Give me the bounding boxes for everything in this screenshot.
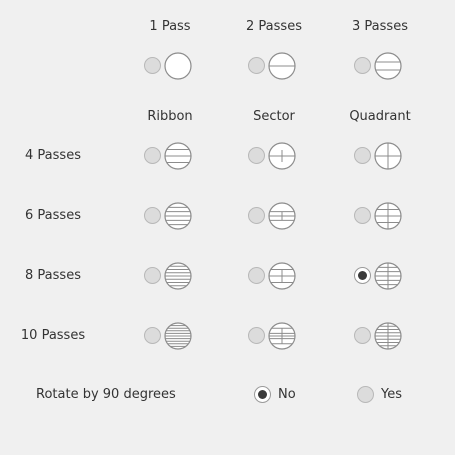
pattern-option-ribbon-6-passes[interactable] xyxy=(144,200,196,232)
pattern-option-sector-10-passes[interactable] xyxy=(248,320,300,352)
sector-4-passes-diagram-icon xyxy=(268,142,296,170)
sector-10-passes-diagram-icon xyxy=(268,322,296,350)
pattern-option-ribbon-10-passes[interactable] xyxy=(144,320,196,352)
pattern-option-ribbon-4-passes[interactable] xyxy=(144,140,196,172)
pattern-option-quadrant-4-passes[interactable] xyxy=(354,140,406,172)
quadrant-4-passes-diagram-icon xyxy=(374,142,402,170)
pattern-option-3-passes[interactable] xyxy=(354,50,406,82)
rotate-option-yes[interactable]: Yes xyxy=(357,384,407,406)
rotate-option-no[interactable]: No xyxy=(254,384,304,406)
radio-button[interactable] xyxy=(144,57,161,74)
pattern-option-quadrant-8-passes[interactable] xyxy=(354,260,406,292)
radio-button[interactable] xyxy=(248,147,265,164)
pattern-option-2-passes[interactable] xyxy=(248,50,300,82)
radio-button[interactable] xyxy=(248,327,265,344)
radio-button[interactable] xyxy=(248,57,265,74)
radio-button[interactable] xyxy=(248,207,265,224)
radio-button[interactable] xyxy=(144,147,161,164)
row-label-6-passes: 6 Passes xyxy=(25,208,81,223)
row-label-8-passes: 8 Passes xyxy=(25,268,81,283)
radio-button[interactable] xyxy=(248,267,265,284)
three-passes-diagram-icon xyxy=(374,52,402,80)
ribbon-6-passes-diagram-icon xyxy=(164,202,192,230)
row-label-4-passes: 4 Passes xyxy=(25,148,81,163)
row-label-10-passes: 10 Passes xyxy=(20,328,86,343)
ribbon-8-passes-diagram-icon xyxy=(164,262,192,290)
rotate-yes-radio[interactable] xyxy=(357,386,374,403)
radio-button[interactable] xyxy=(354,147,371,164)
radio-button[interactable] xyxy=(144,327,161,344)
quadrant-6-passes-diagram-icon xyxy=(374,202,402,230)
quadrant-8-passes-diagram-icon xyxy=(374,262,402,290)
pattern-option-quadrant-6-passes[interactable] xyxy=(354,200,406,232)
radio-button[interactable] xyxy=(354,207,371,224)
radio-button[interactable] xyxy=(144,207,161,224)
ribbon-4-passes-diagram-icon xyxy=(164,142,192,170)
radio-button[interactable] xyxy=(354,57,371,74)
column-header-sector: Sector xyxy=(253,109,295,124)
rotate-no-radio[interactable] xyxy=(254,386,271,403)
column-header-3-passes: 3 Passes xyxy=(352,19,408,34)
pattern-option-quadrant-10-passes[interactable] xyxy=(354,320,406,352)
pattern-option-sector-8-passes[interactable] xyxy=(248,260,300,292)
column-header-quadrant: Quadrant xyxy=(349,109,411,124)
ribbon-10-passes-diagram-icon xyxy=(164,322,192,350)
sector-8-passes-diagram-icon xyxy=(268,262,296,290)
pattern-option-sector-4-passes[interactable] xyxy=(248,140,300,172)
pattern-option-ribbon-8-passes[interactable] xyxy=(144,260,196,292)
radio-button[interactable] xyxy=(354,267,371,284)
rotate-yes-label: Yes xyxy=(381,387,402,402)
column-header-ribbon: Ribbon xyxy=(147,109,193,124)
column-header-2-passes: 2 Passes xyxy=(246,19,302,34)
column-header-1-pass: 1 Pass xyxy=(149,19,191,34)
rotate-label: Rotate by 90 degrees xyxy=(36,387,176,402)
pattern-option-1-pass[interactable] xyxy=(144,50,196,82)
two-passes-diagram-icon xyxy=(268,52,296,80)
sector-6-passes-diagram-icon xyxy=(268,202,296,230)
radio-button[interactable] xyxy=(354,327,371,344)
rotate-no-label: No xyxy=(278,387,296,402)
pattern-option-sector-6-passes[interactable] xyxy=(248,200,300,232)
quadrant-10-passes-diagram-icon xyxy=(374,322,402,350)
one-pass-diagram-icon xyxy=(164,52,192,80)
radio-button[interactable] xyxy=(144,267,161,284)
